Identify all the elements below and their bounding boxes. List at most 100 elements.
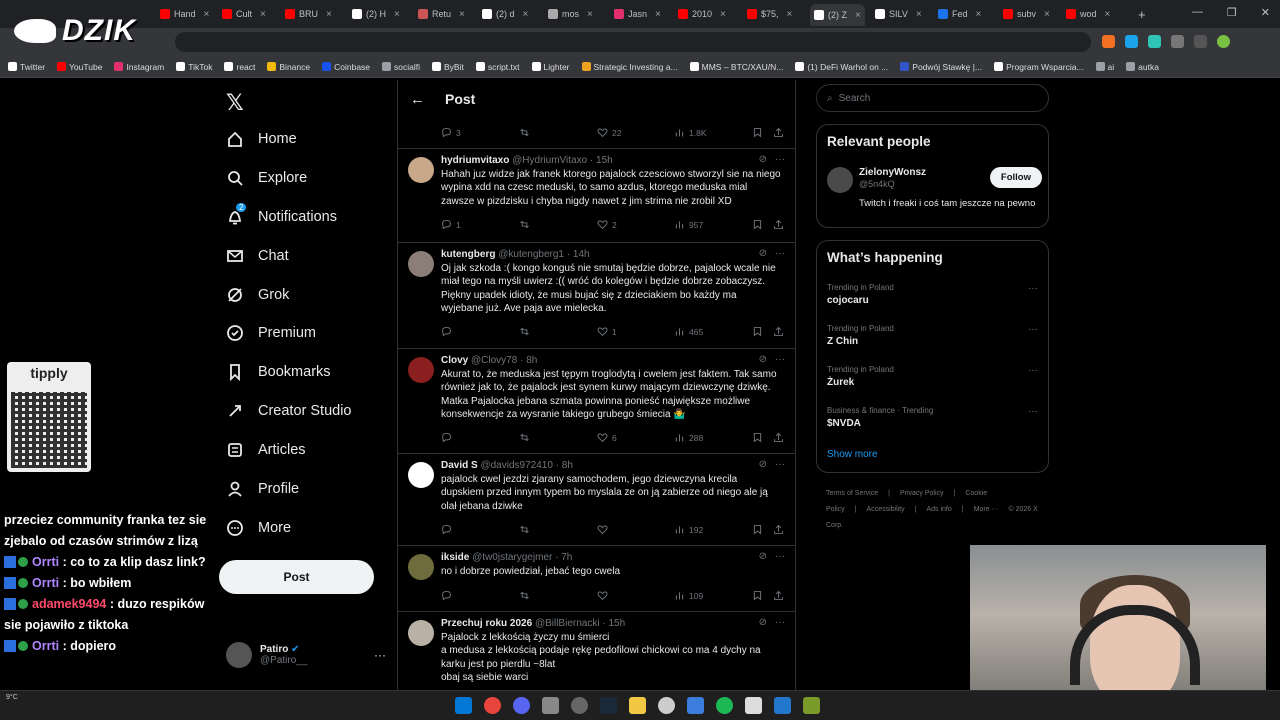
steam-icon[interactable] (600, 697, 617, 714)
browser-tab[interactable]: (2) H × (352, 6, 400, 22)
browser-tab[interactable]: (2) d × (482, 6, 528, 22)
browser-tab[interactable]: BRU × (285, 6, 332, 22)
nav-item-more[interactable]: More (226, 519, 291, 537)
tweet[interactable]: ikside @tw0jstarygejmer · 7h ⊘ ··· no i dob… (398, 546, 795, 612)
bookmark-button[interactable] (752, 524, 763, 537)
share-button[interactable] (773, 326, 784, 339)
more-icon[interactable]: ··· (374, 648, 386, 662)
grok-icon[interactable]: ⊘ (759, 354, 767, 365)
close-tab-icon[interactable]: × (260, 9, 266, 20)
tweet-time[interactable]: 8h (526, 355, 537, 366)
author-handle[interactable]: @kutengberg1 (498, 249, 564, 260)
tweet-time[interactable]: 14h (573, 249, 590, 260)
grok-icon[interactable]: ⊘ (759, 459, 767, 470)
bookmark-item[interactable]: Strategic Investing a... (581, 62, 678, 72)
tweet[interactable]: kutengberg @kutengberg1 · 14h ⊘ ··· Oj jak … (398, 243, 795, 349)
chrome-icon[interactable] (484, 697, 501, 714)
avatar[interactable] (408, 157, 434, 183)
app-icon[interactable] (658, 697, 675, 714)
footer-link[interactable]: More ··· (974, 506, 999, 513)
more-icon[interactable]: ··· (775, 459, 785, 470)
like-button[interactable]: 2 (597, 219, 617, 232)
bookmark-button[interactable] (752, 432, 763, 445)
grok-icon[interactable]: ⊘ (759, 154, 767, 165)
more-icon[interactable]: ··· (775, 617, 785, 628)
repost-button[interactable] (519, 590, 530, 603)
trend-item[interactable]: Trending in Poland Z Chin ··· (827, 324, 1042, 347)
reply-button[interactable]: 1 (441, 219, 461, 232)
close-tab-icon[interactable]: × (523, 9, 529, 20)
grok-icon[interactable]: ⊘ (759, 551, 767, 562)
nav-item-chat[interactable]: Chat (226, 247, 289, 265)
close-tab-icon[interactable]: × (204, 9, 210, 20)
repost-button[interactable] (519, 524, 530, 537)
close-tab-icon[interactable]: × (459, 9, 465, 20)
bookmark-button[interactable] (752, 326, 763, 339)
footer-link[interactable]: Terms of Service (826, 490, 878, 497)
bookmark-item[interactable]: Program Wsparcia... (994, 62, 1084, 72)
bookmark-item[interactable]: autka (1126, 62, 1159, 72)
author-name[interactable]: David S (441, 460, 478, 471)
discord-icon[interactable] (513, 697, 530, 714)
menu-icon[interactable] (1194, 35, 1207, 48)
more-icon[interactable]: ··· (775, 354, 785, 365)
repost-button[interactable] (519, 432, 530, 445)
views-button[interactable]: 288 (674, 432, 703, 445)
browser-tab[interactable]: Retu × (418, 6, 465, 22)
browser-tab[interactable]: wod × (1066, 6, 1110, 22)
bookmark-item[interactable]: Podwój Stawkę |... (900, 62, 982, 72)
show-more-link[interactable]: Show more (827, 449, 878, 460)
nav-item-articles[interactable]: Articles (226, 441, 306, 459)
close-tab-icon[interactable]: × (326, 9, 332, 20)
nav-item-bookmarks[interactable]: Bookmarks (226, 363, 331, 382)
bookmark-item[interactable]: Binance (267, 62, 310, 72)
nav-item-home[interactable]: Home (226, 130, 297, 148)
close-tab-icon[interactable]: × (1105, 9, 1111, 20)
grok-icon[interactable]: ⊘ (759, 617, 767, 628)
app-icon[interactable] (803, 697, 820, 714)
close-tab-icon[interactable]: × (587, 9, 593, 20)
follow-button[interactable]: Follow (989, 167, 1042, 188)
browser-tab[interactable]: Hand × (160, 6, 209, 22)
bookmark-item[interactable]: YouTube (57, 62, 102, 72)
close-tab-icon[interactable]: × (916, 9, 922, 20)
extension-icon[interactable] (1148, 35, 1161, 48)
app-icon[interactable] (571, 697, 588, 714)
tweet-time[interactable]: 7h (561, 552, 572, 563)
trend-item[interactable]: Trending in Poland Żurek ··· (827, 365, 1042, 388)
repost-button[interactable] (519, 326, 530, 339)
browser-tab[interactable]: mos × (548, 6, 593, 22)
spotify-icon[interactable] (716, 697, 733, 714)
browser-tab[interactable]: subv × (1003, 6, 1050, 22)
views-button[interactable]: 957 (674, 219, 703, 232)
reply-button[interactable] (441, 432, 456, 445)
bookmark-button[interactable] (752, 127, 763, 140)
like-button[interactable] (597, 524, 612, 537)
author-handle[interactable]: @tw0jstarygejmer (472, 552, 552, 563)
author-name[interactable]: Clovy (441, 355, 468, 366)
share-button[interactable] (773, 219, 784, 232)
close-window-button[interactable]: ✕ (1261, 6, 1270, 19)
like-button[interactable]: 22 (597, 127, 621, 140)
browser-tab[interactable]: Fed × (938, 6, 981, 22)
bookmark-item[interactable]: Coinbase (322, 62, 370, 72)
footer-link[interactable]: Accessibility (867, 506, 905, 513)
avatar[interactable] (408, 462, 434, 488)
windows-start-icon[interactable] (455, 697, 472, 714)
views-button[interactable]: 192 (674, 524, 703, 537)
puzzle-icon[interactable] (1171, 35, 1184, 48)
browser-tab[interactable]: $75, × (747, 6, 792, 22)
bookmark-button[interactable] (752, 590, 763, 603)
tweet[interactable]: hydriumvitaxo @HydriumVitaxo · 15h ⊘ ··· Ha… (398, 149, 795, 243)
footer-link[interactable]: Ads info (926, 506, 951, 513)
bookmark-item[interactable]: script.txt (475, 62, 520, 72)
close-tab-icon[interactable]: × (787, 9, 793, 20)
views-button[interactable]: 465 (674, 326, 703, 339)
back-arrow-icon[interactable]: ← (410, 91, 425, 108)
app-icon[interactable] (774, 697, 791, 714)
app-icon[interactable] (542, 697, 559, 714)
share-button[interactable] (773, 590, 784, 603)
avatar[interactable] (408, 357, 434, 383)
close-tab-icon[interactable]: × (855, 10, 861, 21)
more-icon[interactable]: ··· (775, 551, 785, 562)
